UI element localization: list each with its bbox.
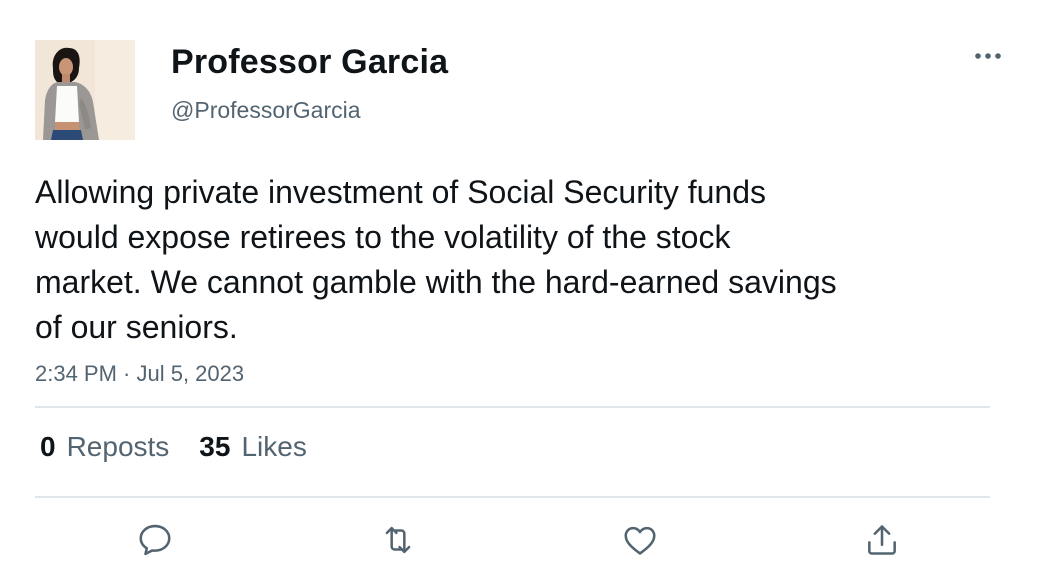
heart-icon xyxy=(624,526,656,555)
tweet-timestamp[interactable]: 2:34 PM · Jul 5, 2023 xyxy=(35,361,244,387)
share-button[interactable] xyxy=(862,520,902,560)
profile-photo-icon xyxy=(35,40,135,140)
ellipsis-icon xyxy=(975,53,1001,59)
likes-count: 35 xyxy=(199,431,231,462)
tweet-card: Professor Garcia @ProfessorGarcia Allowi… xyxy=(0,0,1050,570)
likes-stat[interactable]: 35 Likes xyxy=(199,431,307,463)
divider xyxy=(35,406,990,408)
avatar[interactable] xyxy=(35,40,135,140)
reply-button[interactable] xyxy=(135,520,175,560)
more-options-button[interactable] xyxy=(970,42,1006,70)
reposts-stat[interactable]: 0 Reposts xyxy=(40,431,169,463)
tweet-text: Allowing private investment of Social Se… xyxy=(35,174,837,345)
author-handle[interactable]: @ProfessorGarcia xyxy=(171,97,361,124)
reposts-label: Reposts xyxy=(66,431,170,462)
divider xyxy=(35,496,990,498)
speech-bubble-icon xyxy=(139,524,171,556)
engagement-stats: 0 Reposts 35 Likes xyxy=(40,431,307,463)
reposts-count: 0 xyxy=(40,431,56,462)
likes-label: Likes xyxy=(241,431,307,462)
repost-button[interactable] xyxy=(378,520,418,560)
like-button[interactable] xyxy=(620,520,660,560)
retweet-arrows-icon xyxy=(385,526,411,554)
share-upload-icon xyxy=(868,525,896,555)
author-display-name[interactable]: Professor Garcia xyxy=(171,43,448,82)
